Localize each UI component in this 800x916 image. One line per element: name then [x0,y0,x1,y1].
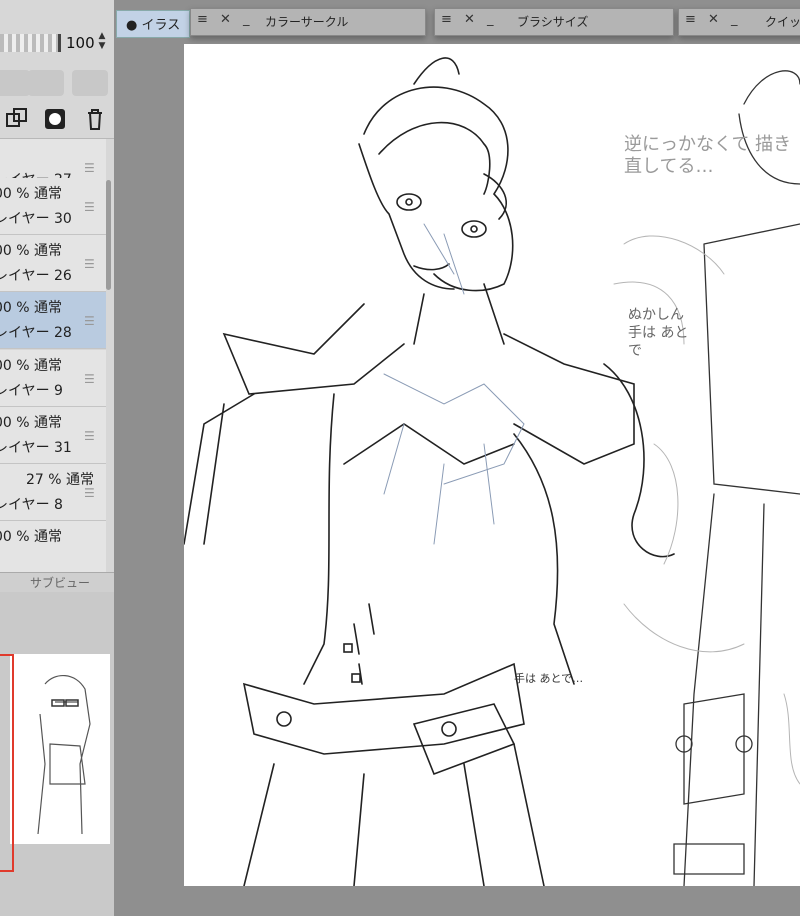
mask-icon[interactable] [42,106,68,132]
layer-opacity-mode: 00 % 通常 [0,415,63,431]
subview-image [10,654,110,844]
checker-icon[interactable] [0,70,30,96]
tab-color-circle[interactable]: ≡ ✕ _ カラーサークル [190,8,426,36]
layer-opacity-mode: 00 % 通常 [0,358,63,374]
layer-scrollbar[interactable] [106,180,111,290]
panel-controls-icon[interactable]: ≡ ✕ _ [197,12,254,27]
canvas-note-middle: ぬかしん 手は あとで [628,307,689,359]
tab-color-circle-label: カラーサークル [265,15,349,29]
layer-name: レイヤー 31 [0,440,72,456]
trash-icon[interactable] [82,106,108,132]
layer-menu-icon[interactable]: ☰ [84,257,95,271]
canvas-note-hand: 手は あとで… [514,672,584,685]
layer-opacity-mode: 00 % 通常 [0,243,63,259]
layer-menu-icon[interactable]: ☰ [84,372,95,386]
opacity-slider[interactable] [0,34,61,52]
layer-name: レイヤー 8 [0,497,63,513]
layer-item[interactable]: 27 % 通常 レイヤー 8 ☰ [0,464,106,521]
layer-name: レイヤー 26 [0,268,72,284]
layer-menu-icon[interactable]: ☰ [84,161,95,175]
layer-opacity-mode: 00 % 通常 [0,300,63,316]
tab-document-label: ● イラス [126,18,181,33]
opacity-stepper-icon[interactable]: ▲ ▼ [96,31,108,51]
layer-name: レイヤー 9 [0,383,63,399]
drawing-canvas[interactable]: 逆にっかなくて 描き直してる… ぬかしん 手は あとで 手は あとで… [184,44,800,886]
tab-brush-size[interactable]: ≡ ✕ _ ブラシサイズ [434,8,674,36]
layer-item[interactable]: 00 % 通常 レイヤー 9 ☰ [0,350,106,407]
layer-name: レイヤー 30 [0,211,72,227]
layer-item[interactable]: 00 % 通常 レイヤー 30 ☰ [0,178,106,235]
layer-list: レイヤー 27 ☰ 00 % 通常 レイヤー 30 ☰ 00 % 通常 レイヤー… [0,138,114,578]
tab-quick-label: クイッ [765,15,800,29]
layer-opacity-mode: 00 % 通常 [0,529,63,545]
canvas-background-bottom [114,886,800,916]
subview-label: サブビュー [30,576,91,590]
subview-navigator-frame[interactable] [0,654,14,872]
layer-menu-icon[interactable]: ☰ [84,200,95,214]
layer-name: レイヤー 28 [0,325,72,341]
layer-opacity-mode: 00 % 通常 [0,186,63,202]
reference-layer-icon[interactable] [28,70,64,96]
tab-quick[interactable]: ≡ ✕ _ クイッ [678,8,800,36]
opacity-value: 100 [66,34,95,52]
transfer-icon[interactable] [4,106,30,132]
layer-menu-icon[interactable]: ☰ [84,314,95,328]
tab-brush-size-label: ブラシサイズ [517,15,589,29]
clip-layer-icon[interactable] [72,70,108,96]
panel-controls-icon[interactable]: ≡ ✕ _ [685,12,742,27]
canvas-note-top: 逆にっかなくて 描き直してる… [624,134,792,177]
layer-item[interactable]: 00 % 通常 レイヤー 26 ☰ [0,235,106,292]
layer-menu-icon[interactable]: ☰ [84,486,95,500]
layer-item[interactable]: 00 % 通常 [0,521,106,578]
panel-controls-icon[interactable]: ≡ ✕ _ [441,12,498,27]
layer-item-selected[interactable]: 00 % 通常 レイヤー 28 ☰ [0,292,106,349]
layer-menu-icon[interactable]: ☰ [84,429,95,443]
layer-item[interactable]: 00 % 通常 レイヤー 31 ☰ [0,407,106,464]
